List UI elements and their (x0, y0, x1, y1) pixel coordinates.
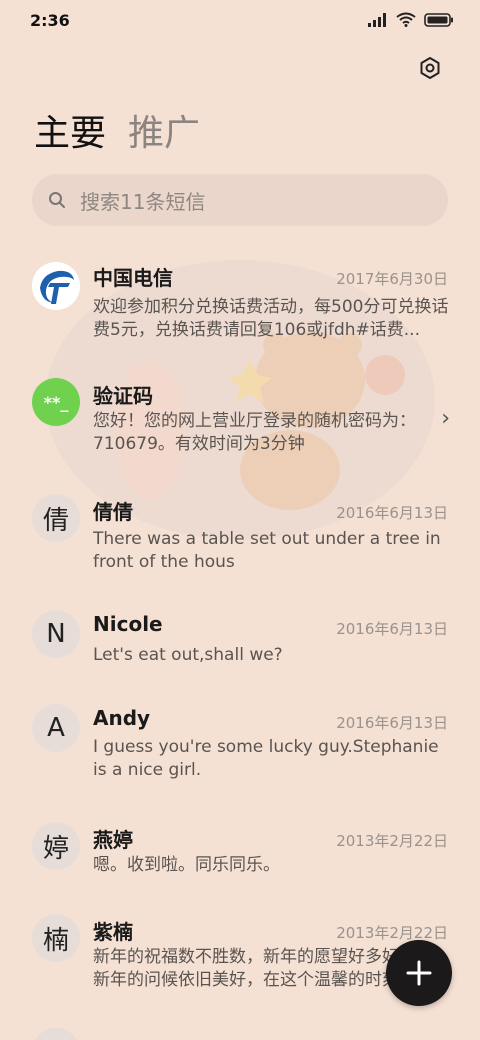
conversation-preview: 嗯。收到啦。同乐同乐。 (93, 855, 280, 875)
verification-avatar: **_ (32, 378, 80, 426)
conversation-item[interactable]: 婷 燕婷 2013年2月22日 嗯。收到啦。同乐同乐。 (0, 818, 480, 898)
conversation-name: Andy (93, 706, 151, 730)
conversation-name: 燕婷 (93, 828, 133, 852)
conversation-item[interactable]: N Nicole 2016年6月13日 Let's eat out,shall … (0, 606, 480, 686)
conversation-item[interactable]: **_ 验证码 您好！您的网上营业厅登录的随机密码为：710679。有效时间为3… (0, 368, 480, 468)
status-bar: 2:36 (0, 0, 480, 40)
conversation-item[interactable]: 中国电信 2017年6月30日 欢迎参加积分兑换话费活动，每500分可兑换话费5… (0, 254, 480, 354)
tab-bar: 主要 推广 (34, 104, 200, 156)
new-message-button[interactable] (386, 940, 452, 1006)
conversation-name: 倩倩 (93, 500, 133, 524)
conversation-name: 中国电信 (93, 266, 173, 290)
conversation-name: 验证码 (93, 384, 153, 408)
conversation-preview: 您好！您的网上营业厅登录的随机密码为：710679。有效时间为3分钟 (93, 411, 416, 454)
search-bar[interactable]: 搜索11条短信 (32, 174, 448, 226)
conversation-item[interactable]: 倩 倩倩 2016年6月13日 There was a table set ou… (0, 488, 480, 588)
avatar (32, 1028, 80, 1040)
conversation-preview: I guess you're some lucky guy.Stephanie … (93, 737, 439, 780)
conversation-date: 2017年6月30日 (336, 270, 448, 288)
avatar: N (32, 610, 80, 658)
telecom-logo-avatar (32, 262, 80, 310)
conversation-name: Nicole (93, 612, 163, 636)
conversation-date: 2013年2月22日 (336, 924, 448, 942)
conversation-name: 紫楠 (93, 920, 133, 944)
conversation-item[interactable]: A Andy 2016年6月13日 I guess you're some lu… (0, 700, 480, 800)
conversation-preview: Let's eat out,shall we? (93, 645, 283, 665)
settings-icon (420, 57, 440, 79)
search-placeholder: 搜索11条短信 (80, 189, 206, 214)
status-time: 2:36 (30, 11, 70, 30)
conversation-item-partial[interactable] (0, 1028, 480, 1040)
signal-icon (368, 12, 386, 27)
conversation-preview: There was a table set out under a tree i… (93, 529, 441, 572)
avatar: 倩 (32, 494, 80, 542)
avatar: 婷 (32, 822, 80, 870)
status-icons (368, 12, 454, 27)
avatar: 楠 (32, 914, 80, 962)
avatar: A (32, 704, 80, 752)
battery-icon (424, 12, 453, 27)
tab-primary[interactable]: 主要 (34, 104, 106, 156)
conversation-date: 2016年6月13日 (336, 714, 448, 732)
plus-icon (406, 960, 432, 986)
china-telecom-logo-icon (32, 262, 80, 310)
search-icon (49, 192, 65, 208)
chevron-right-icon[interactable]: › (441, 406, 450, 431)
tab-promotions[interactable]: 推广 (128, 104, 200, 156)
conversation-date: 2016年6月13日 (336, 620, 448, 638)
conversation-date: 2013年2月22日 (336, 832, 448, 850)
settings-button[interactable] (414, 52, 446, 84)
wifi-icon (396, 12, 416, 27)
conversation-date: 2016年6月13日 (336, 504, 448, 522)
conversation-preview: 欢迎参加积分兑换话费活动，每500分可兑换话费5元，兑换话费请回复106或jfd… (93, 297, 449, 340)
